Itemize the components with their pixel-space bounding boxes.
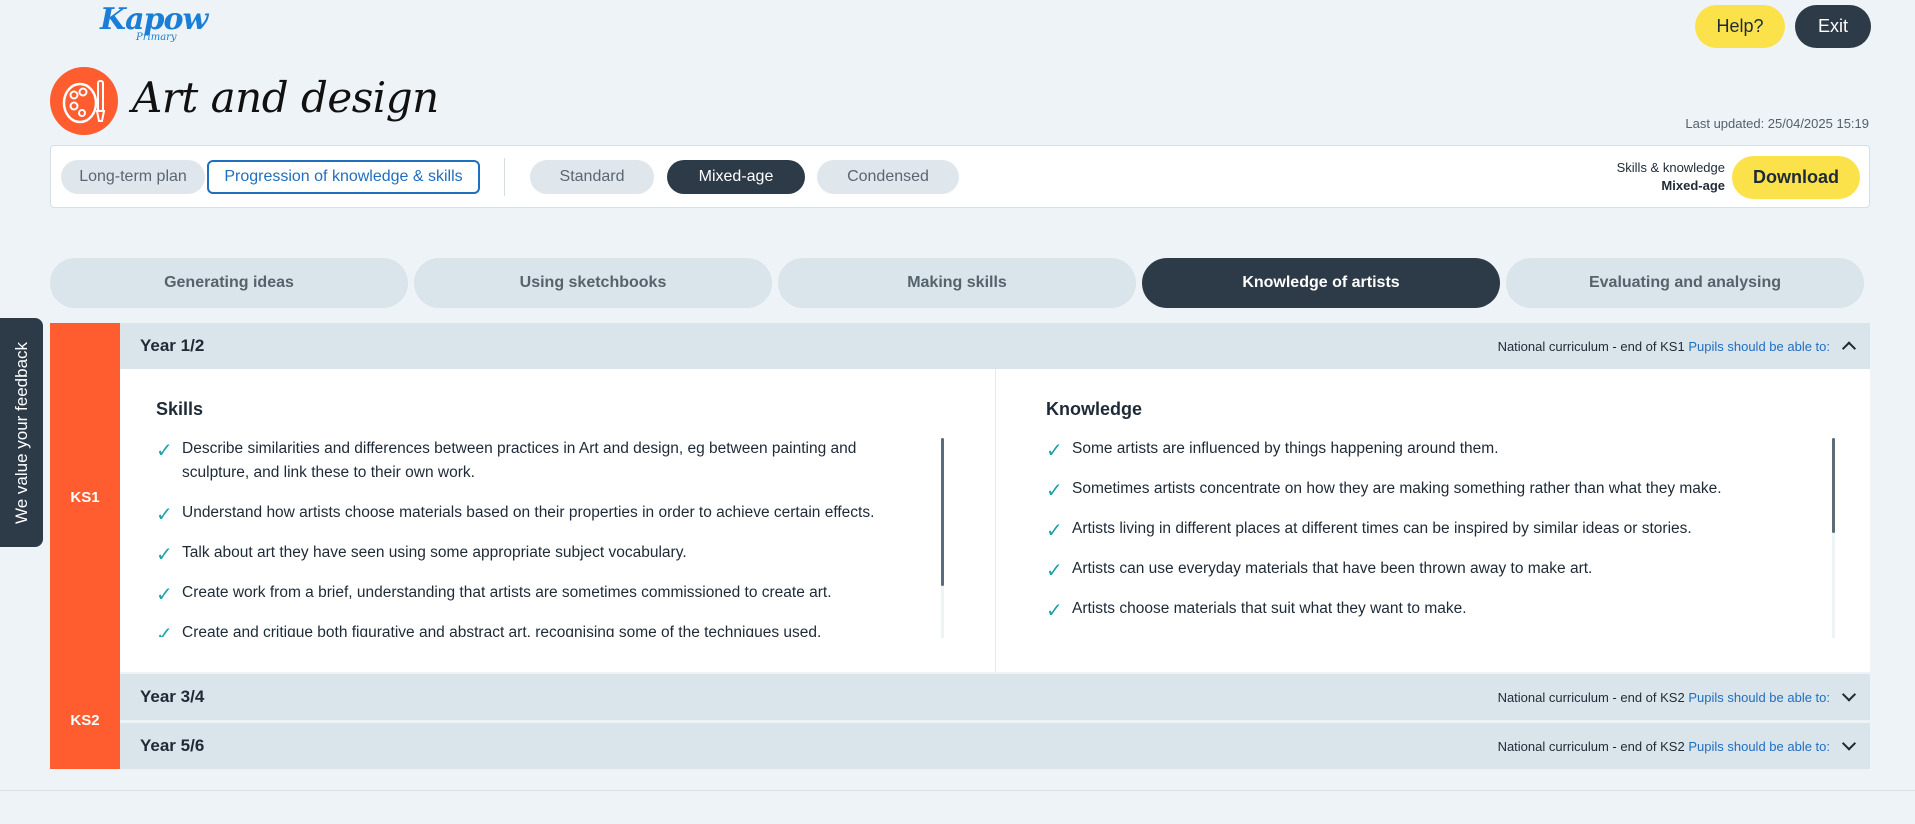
year-3-4-header[interactable]: Year 3/4 National curriculum - end of KS… — [120, 674, 1870, 720]
list-item: ✓ Artists can use everyday materials that… — [1046, 560, 1593, 582]
download-button[interactable]: Download — [1732, 156, 1860, 199]
check-icon: ✓ — [156, 584, 173, 606]
plan-toolbar: Long-term plan Progression of knowledge … — [50, 145, 1870, 208]
check-icon: ✓ — [156, 624, 173, 637]
check-icon: ✓ — [156, 504, 173, 526]
knowledge-list: ✓ Some artists are influenced by things h… — [1046, 437, 1826, 637]
strand-tab-knowledge-of-artists[interactable]: Knowledge of artists — [1142, 258, 1500, 308]
skills-title: Skills — [156, 399, 204, 419]
help-button[interactable]: Help? — [1695, 5, 1785, 48]
strand-tab-generating-ideas[interactable]: Generating ideas — [50, 258, 408, 308]
palette-icon — [50, 67, 118, 135]
list-item: ✓ Create work from a brief, understanding… — [156, 584, 832, 606]
strand-tab-making-skills[interactable]: Making skills — [778, 258, 1136, 308]
chevron-up-icon[interactable] — [1841, 341, 1857, 356]
download-caption-format: Mixed-age — [1661, 178, 1725, 193]
feedback-tab[interactable]: We value your feedback — [0, 318, 43, 547]
kapow-logo[interactable]: Kapow Primary — [98, 2, 208, 48]
knowledge-scrollbar[interactable] — [1832, 438, 1835, 638]
ks1-label: KS1 — [50, 323, 120, 672]
skills-list: ✓ Describe similarities and differences b… — [156, 437, 926, 637]
year-1-2-header[interactable]: Year 1/2 National curriculum - end of KS… — [120, 323, 1870, 369]
chevron-down-icon[interactable] — [1841, 736, 1857, 751]
strand-tab-evaluating[interactable]: Evaluating and analysing — [1506, 258, 1864, 308]
nc-text: National curriculum - end of KS2 Pupils … — [1497, 738, 1830, 754]
last-updated: Last updated: 25/04/2025 15:19 — [1685, 116, 1869, 131]
check-icon: ✓ — [156, 440, 173, 462]
nc-link[interactable]: Pupils should be able to: — [1688, 339, 1830, 354]
toolbar-divider — [504, 158, 505, 196]
chevron-down-icon[interactable] — [1841, 687, 1857, 702]
check-icon: ✓ — [1046, 600, 1063, 622]
scroll-thumb[interactable] — [1832, 438, 1835, 533]
ks1-content: Skills ✓ Describe similarities and differ… — [120, 369, 1870, 672]
year-label: Year 3/4 — [140, 687, 205, 706]
feedback-label: We value your feedback — [11, 341, 31, 524]
knowledge-title: Knowledge — [1046, 399, 1143, 419]
tab-progression[interactable]: Progression of knowledge & skills — [207, 160, 480, 194]
list-item: ✓ Sometimes artists concentrate on how th… — [1046, 480, 1722, 502]
year-label: Year 5/6 — [140, 736, 205, 755]
list-item: ✓ Artists choose materials that suit what… — [1046, 600, 1467, 622]
list-item: ✓ Artists living in different places at d… — [1046, 520, 1692, 542]
check-icon: ✓ — [1046, 520, 1063, 542]
list-item: ✓ Understand how artists choose materials… — [156, 504, 875, 526]
ks2-label: KS2 — [50, 672, 120, 769]
list-item: ✓ Some artists are influenced by things h… — [1046, 440, 1499, 462]
page-title: Art and design — [132, 73, 439, 122]
exit-button[interactable]: Exit — [1795, 5, 1871, 48]
check-icon: ✓ — [1046, 560, 1063, 582]
column-divider — [995, 369, 996, 672]
list-item: ✓ Talk about art they have seen using som… — [156, 544, 687, 566]
skills-scrollbar[interactable] — [941, 438, 944, 638]
nc-text: National curriculum - end of KS2 Pupils … — [1497, 689, 1830, 705]
format-standard[interactable]: Standard — [530, 160, 654, 194]
format-condensed[interactable]: Condensed — [817, 160, 959, 194]
footer-divider — [0, 790, 1915, 791]
check-icon: ✓ — [156, 544, 173, 566]
list-item: ✓ Describe similarities and differences b… — [156, 440, 857, 481]
check-icon: ✓ — [1046, 480, 1063, 502]
year-label: Year 1/2 — [140, 336, 205, 355]
scroll-thumb[interactable] — [941, 438, 944, 586]
format-mixed-age[interactable]: Mixed-age — [667, 160, 805, 194]
list-item: ✓ Create and critique both figurative and… — [156, 621, 926, 637]
nc-text: National curriculum - end of KS1 Pupils … — [1497, 338, 1830, 354]
logo-subtext: Primary — [136, 32, 177, 43]
year-5-6-header[interactable]: Year 5/6 National curriculum - end of KS… — [120, 723, 1870, 769]
check-icon: ✓ — [1046, 440, 1063, 462]
download-caption: Skills & knowledge — [1616, 160, 1725, 175]
strand-tab-using-sketchbooks[interactable]: Using sketchbooks — [414, 258, 772, 308]
nc-link[interactable]: Pupils should be able to: — [1688, 690, 1830, 705]
nc-link[interactable]: Pupils should be able to: — [1688, 739, 1830, 754]
tab-long-term-plan[interactable]: Long-term plan — [61, 160, 205, 194]
